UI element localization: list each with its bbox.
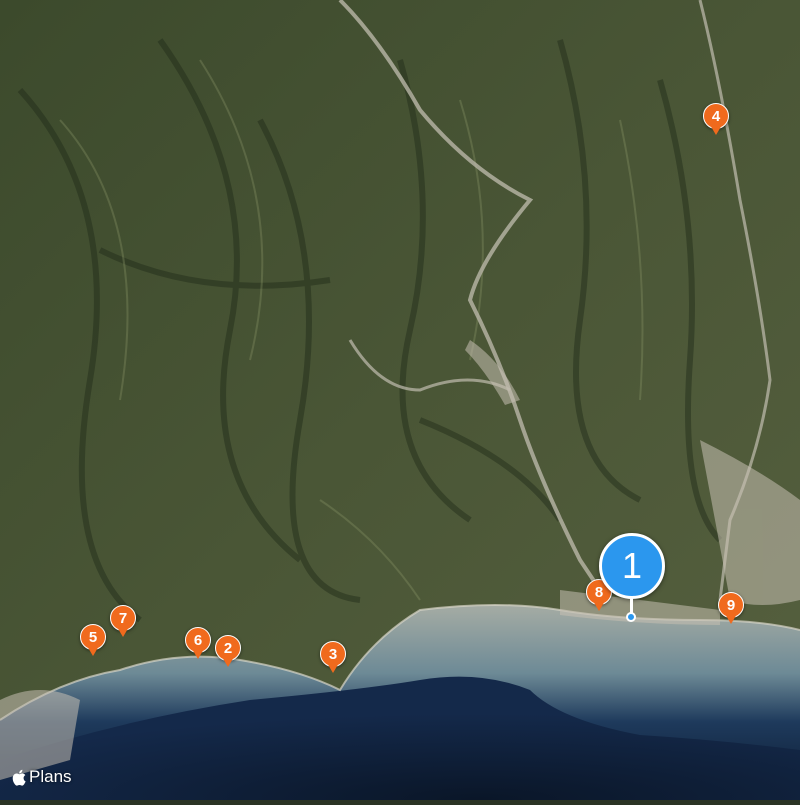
map-pin-9[interactable]: 9: [716, 590, 746, 630]
map-pin-4[interactable]: 4: [701, 101, 731, 141]
map-pin-3[interactable]: 3: [318, 639, 348, 679]
pin-3-tail: [327, 663, 339, 673]
map-attribution[interactable]: Plans: [12, 765, 72, 789]
map-terrain: [0, 0, 800, 800]
selected-map-pin-1[interactable]: 1: [599, 533, 665, 622]
pin-4-tail: [710, 125, 722, 135]
pin-1-stem: [630, 597, 633, 613]
pin-2-tail: [222, 657, 234, 667]
location-dot: [626, 612, 636, 622]
pin-7-tail: [117, 627, 129, 637]
satellite-map[interactable]: [0, 0, 800, 800]
map-pin-2[interactable]: 2: [213, 633, 243, 673]
pin-9-tail: [725, 614, 737, 624]
map-pin-7[interactable]: 7: [108, 603, 138, 643]
pin-1-label: 1: [599, 533, 665, 599]
pin-6-tail: [192, 649, 204, 659]
pin-5-tail: [87, 646, 99, 656]
attribution-text: Plans: [29, 767, 72, 786]
map-pin-5[interactable]: 5: [78, 622, 108, 662]
apple-logo-icon: [12, 769, 26, 786]
map-pin-6[interactable]: 6: [183, 625, 213, 665]
